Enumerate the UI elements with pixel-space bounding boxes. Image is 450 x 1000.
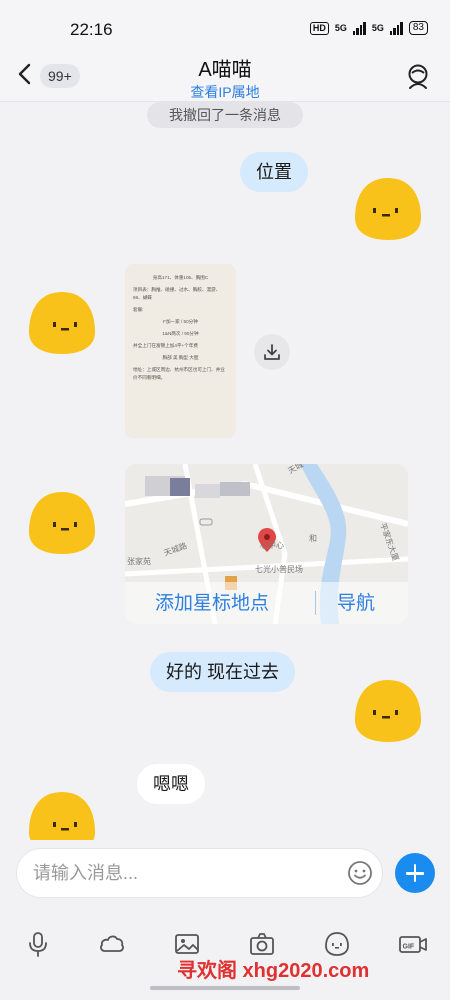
contact-avatar[interactable] (27, 488, 97, 556)
plus-icon[interactable] (395, 853, 435, 893)
location-card[interactable]: 平家东大厦 天城 心中心 和 七光小普民场 张家苑 天城路 添加星标地点 导航 (125, 464, 408, 624)
message-bubble-ok[interactable]: 嗯嗯 (137, 764, 205, 804)
home-indicator[interactable] (150, 986, 300, 990)
my-avatar[interactable] (353, 174, 423, 242)
image-text-line: 套餐: (133, 307, 144, 312)
map-label: 张家苑 (127, 556, 151, 566)
map-label: 心中心 (260, 540, 284, 550)
image-text-line: F加一家 / 50分钟 (163, 319, 198, 324)
message-list[interactable]: 我撤回了一条消息 位置 身高171、体重105、胸围C 项目表：胸推、碰撞、过水… (0, 102, 450, 840)
image-text-line: 胸部 美 胸型 大胆 (162, 355, 199, 360)
my-avatar[interactable] (353, 676, 423, 744)
navigate-button[interactable]: 导航 (337, 588, 375, 615)
contact-avatar[interactable] (27, 288, 97, 356)
message-bubble-location-text[interactable]: 位置 (240, 152, 308, 192)
image-text-line: 并全上门在富锦上加4平+个年费 (133, 343, 198, 348)
image-text-line: 项目表：胸推、碰撞、过水、胸胶、漫游、69、蝴蝶 (133, 287, 221, 300)
image-message[interactable]: 身高171、体重105、胸围C 项目表：胸推、碰撞、过水、胸胶、漫游、69、蝴蝶… (125, 264, 236, 438)
chat-header: 99+ A喵喵 查看IP属地 (0, 40, 450, 102)
cloud-icon[interactable] (98, 930, 126, 958)
person-icon[interactable] (404, 62, 432, 90)
message-input[interactable] (16, 848, 383, 898)
battery-icon: 83 (408, 21, 428, 35)
contact-avatar[interactable] (27, 788, 97, 840)
ip-location-link[interactable]: 查看IP属地 (0, 82, 450, 102)
watermark: 寻欢阁 xhg2020.com (177, 960, 370, 982)
sim1-label: 5G (334, 23, 347, 33)
map-label: 七光小普民场 (255, 564, 303, 574)
image-text-line: 地址：上城区周边、杭州市区也可上门、并业价不同看明细。 (133, 367, 225, 380)
message-bubble-reply[interactable]: 好的 现在过去 (150, 652, 296, 692)
image-text-line: 1&N两次 / 90分钟 (162, 331, 199, 336)
recall-notice: 我撤回了一条消息 (147, 102, 303, 128)
status-icons: HD 5G 5G 83 (309, 21, 428, 35)
map-actions: 添加星标地点 导航 (125, 582, 408, 624)
download-button[interactable] (254, 334, 290, 370)
page-title: A喵喵 (198, 59, 252, 81)
signal-icon (352, 21, 366, 35)
sim2-label: 5G (371, 23, 384, 33)
microphone-icon[interactable] (24, 930, 52, 958)
add-starred-location-button[interactable]: 添加星标地点 (155, 588, 269, 615)
clock: 22:16 (70, 20, 113, 39)
download-icon (264, 344, 280, 360)
map-label: 和 (309, 534, 317, 543)
image-text-line: 身高171、体重105、胸围C (152, 275, 209, 280)
divider (315, 591, 316, 615)
svg-text:GIF: GIF (403, 944, 415, 951)
signal-icon-2 (389, 21, 403, 35)
smiley-icon[interactable] (347, 860, 373, 886)
hd-icon: HD (309, 21, 329, 35)
gif-icon[interactable]: GIF (398, 930, 428, 958)
